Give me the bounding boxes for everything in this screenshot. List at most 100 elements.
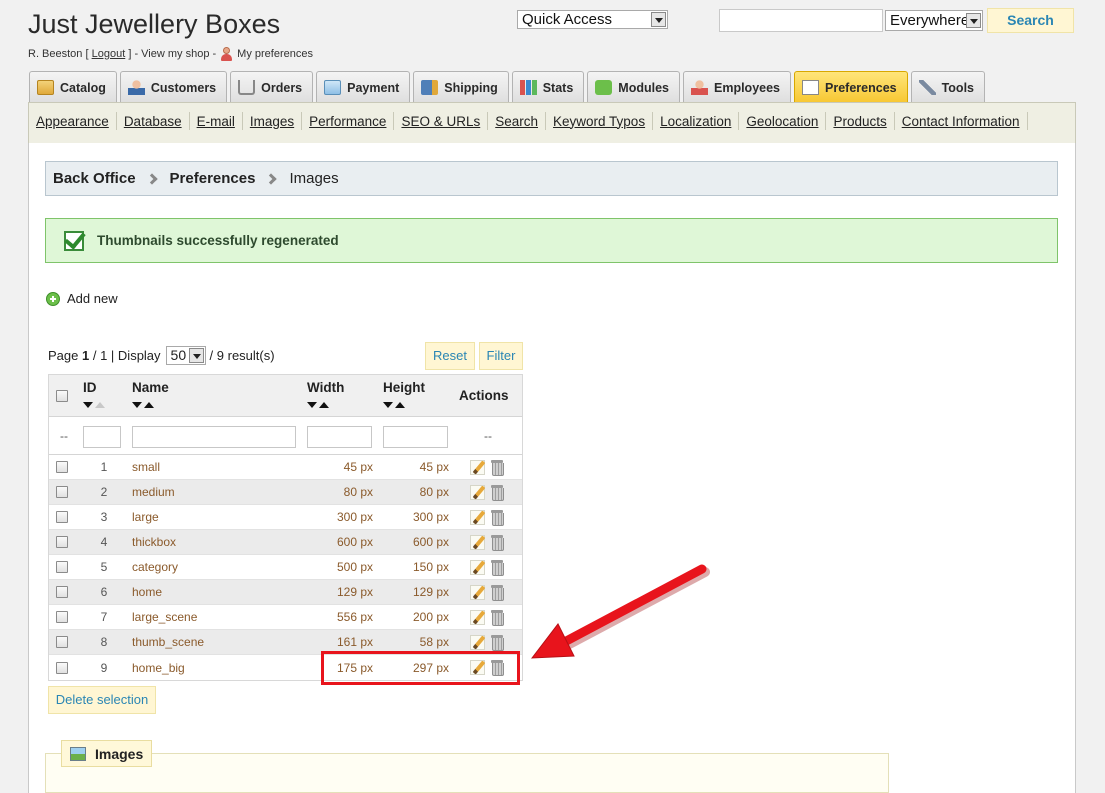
user-icon	[219, 47, 233, 61]
row-checkbox[interactable]	[56, 636, 68, 648]
reset-button[interactable]: Reset	[425, 342, 475, 370]
row-checkbox[interactable]	[56, 561, 68, 573]
delete-icon[interactable]	[491, 634, 504, 651]
row-name[interactable]: home	[132, 580, 162, 604]
tab-label: Preferences	[825, 80, 897, 95]
edit-icon[interactable]	[470, 609, 485, 625]
subnav-search[interactable]: Search	[495, 114, 538, 129]
edit-icon[interactable]	[470, 559, 485, 575]
breadcrumb-preferences[interactable]: Preferences	[170, 170, 256, 187]
chevron-down-icon[interactable]	[966, 13, 981, 28]
row-name[interactable]: category	[132, 555, 178, 579]
table-row[interactable]: 4 thickbox 600 px 600 px	[49, 530, 522, 555]
sort-asc-icon[interactable]	[95, 402, 105, 408]
search-input[interactable]	[719, 9, 883, 32]
filter-button[interactable]: Filter	[479, 342, 523, 370]
tab-customers[interactable]: Customers	[119, 71, 228, 103]
row-name[interactable]: thickbox	[132, 530, 176, 554]
subnav-appearance[interactable]: Appearance	[36, 114, 109, 129]
tab-shipping[interactable]: Shipping	[413, 71, 509, 103]
chevron-down-icon[interactable]	[651, 12, 666, 27]
tab-tools[interactable]: Tools	[910, 71, 985, 103]
row-checkbox[interactable]	[56, 611, 68, 623]
row-name[interactable]: medium	[132, 480, 175, 504]
select-all-checkbox[interactable]	[56, 389, 68, 402]
sort-desc-icon[interactable]	[132, 402, 142, 408]
sort-asc-icon[interactable]	[319, 402, 329, 408]
subnav-contact-information[interactable]: Contact Information	[902, 114, 1020, 129]
delete-icon[interactable]	[491, 534, 504, 551]
subnav-keyword-typos[interactable]: Keyword Typos	[553, 114, 645, 129]
table-row[interactable]: 5 category 500 px 150 px	[49, 555, 522, 580]
edit-icon[interactable]	[470, 459, 485, 475]
quick-access-select[interactable]: Quick Access	[517, 10, 668, 29]
search-scope-select[interactable]: Everywhere	[885, 10, 983, 31]
table-row[interactable]: 3 large 300 px 300 px	[49, 505, 522, 530]
page-total: / 1 | Display	[92, 348, 161, 363]
sort-asc-icon[interactable]	[395, 402, 405, 408]
delete-icon[interactable]	[491, 609, 504, 626]
row-name[interactable]: large	[132, 505, 159, 529]
tab-stats[interactable]: Stats	[511, 71, 585, 103]
subnav-products[interactable]: Products	[833, 114, 886, 129]
delete-icon[interactable]	[491, 484, 504, 501]
id-filter-input[interactable]	[83, 426, 121, 448]
delete-icon[interactable]	[491, 459, 504, 476]
delete-icon[interactable]	[491, 509, 504, 526]
row-checkbox[interactable]	[56, 511, 68, 523]
row-name[interactable]: thumb_scene	[132, 630, 204, 654]
row-name[interactable]: small	[132, 455, 160, 479]
subnav-seo-urls[interactable]: SEO & URLs	[401, 114, 480, 129]
view-shop-link[interactable]: ] - View my shop -	[128, 48, 216, 60]
edit-icon[interactable]	[470, 584, 485, 600]
delete-selection-button[interactable]: Delete selection	[48, 686, 156, 714]
subnav-images[interactable]: Images	[250, 114, 294, 129]
edit-icon[interactable]	[470, 484, 485, 500]
sort-desc-icon[interactable]	[307, 402, 317, 408]
row-checkbox[interactable]	[56, 486, 68, 498]
edit-icon[interactable]	[470, 634, 485, 650]
name-filter-input[interactable]	[132, 426, 296, 448]
breadcrumb-back-office[interactable]: Back Office	[53, 170, 136, 187]
subnav-geolocation[interactable]: Geolocation	[746, 114, 818, 129]
row-checkbox[interactable]	[56, 661, 68, 674]
table-row[interactable]: 1 small 45 px 45 px	[49, 455, 522, 480]
add-new-link[interactable]: Add new	[46, 291, 118, 306]
per-page-select[interactable]: 50	[165, 346, 206, 365]
edit-icon[interactable]	[470, 534, 485, 550]
tab-payment[interactable]: Payment	[316, 71, 411, 103]
height-filter-input[interactable]	[383, 426, 448, 448]
row-checkbox[interactable]	[56, 536, 68, 548]
table-row[interactable]: 6 home 129 px 129 px	[49, 580, 522, 605]
subnav-performance[interactable]: Performance	[309, 114, 386, 129]
subnav-e-mail[interactable]: E-mail	[197, 114, 235, 129]
sort-desc-icon[interactable]	[83, 402, 93, 408]
search-button[interactable]: Search	[987, 8, 1074, 33]
tab-orders[interactable]: Orders	[230, 71, 314, 103]
tab-preferences[interactable]: Preferences	[794, 71, 908, 103]
tab-employees[interactable]: Employees	[683, 71, 792, 103]
tab-catalog[interactable]: Catalog	[29, 71, 117, 103]
my-preferences-link[interactable]: My preferences	[237, 48, 313, 60]
delete-icon[interactable]	[491, 559, 504, 576]
subnav-localization[interactable]: Localization	[660, 114, 731, 129]
subnav-database[interactable]: Database	[124, 114, 182, 129]
sort-desc-icon[interactable]	[383, 402, 393, 408]
width-filter-input[interactable]	[307, 426, 372, 448]
truck-icon	[421, 80, 439, 95]
row-checkbox[interactable]	[56, 586, 68, 598]
delete-icon[interactable]	[491, 584, 504, 601]
table-row[interactable]: 7 large_scene 556 px 200 px	[49, 605, 522, 630]
edit-icon[interactable]	[470, 509, 485, 525]
row-name[interactable]: large_scene	[132, 605, 197, 629]
row-checkbox[interactable]	[56, 461, 68, 473]
logout-link[interactable]: Logout	[92, 48, 126, 60]
row-height: 600 px	[412, 535, 449, 549]
sort-asc-icon[interactable]	[144, 402, 154, 408]
table-row[interactable]: 2 medium 80 px 80 px	[49, 480, 522, 505]
chevron-down-icon[interactable]	[188, 348, 204, 363]
row-name[interactable]: home_big	[132, 655, 185, 680]
chevron-right-icon	[265, 172, 278, 185]
tab-modules[interactable]: Modules	[587, 71, 680, 103]
col-id: ID	[83, 380, 97, 395]
